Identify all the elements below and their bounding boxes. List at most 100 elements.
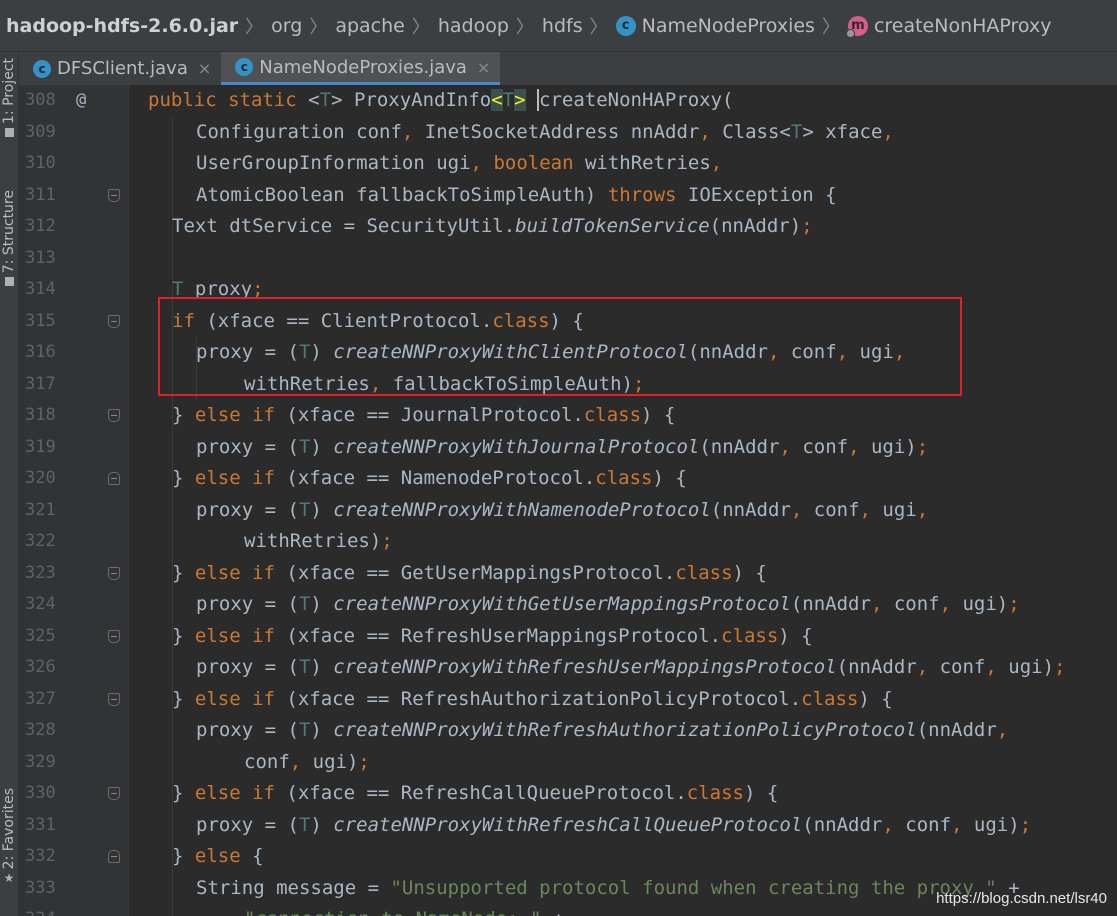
code-token: T bbox=[298, 719, 311, 741]
fold-toggle-icon[interactable] bbox=[108, 850, 120, 863]
line-number: 332 bbox=[25, 846, 56, 866]
code-token: } bbox=[172, 561, 195, 584]
code-line[interactable]: 309 Configuration conf, InetSocketAddress… bbox=[19, 117, 1117, 149]
code-token: String message = bbox=[196, 876, 391, 899]
code-editor[interactable]: 308 @ public static <T> ProxyAndInfo<T> cr… bbox=[19, 85, 1117, 916]
code-token: ) { bbox=[743, 782, 779, 804]
fold-toggle-icon[interactable] bbox=[108, 566, 120, 580]
code-token: , bbox=[859, 498, 883, 521]
breadcrumb-method[interactable]: m createNonHAProxy bbox=[845, 15, 1051, 38]
code-token: proxy = ( bbox=[196, 593, 299, 615]
code-line[interactable]: 313 bbox=[19, 243, 1117, 275]
highlight-annotation-box bbox=[158, 297, 962, 396]
code-line[interactable]: 327} else if (xface == RefreshAuthorizat… bbox=[19, 684, 1117, 716]
override-marker-icon[interactable]: @ bbox=[76, 85, 86, 117]
code-token: proxy = ( bbox=[196, 719, 299, 741]
code-line[interactable]: 331 proxy = (T) createNNProxyWithRefreshC… bbox=[19, 810, 1117, 842]
code-token: Class< bbox=[722, 120, 791, 143]
code-line[interactable]: 319 proxy = (T) createNNProxyWithJournalP… bbox=[19, 432, 1117, 464]
code-token: ugi) bbox=[312, 750, 359, 773]
code-token: buildTokenService bbox=[515, 215, 710, 237]
code-token: , bbox=[699, 120, 723, 143]
code-token: createNNProxyWithGetUserMappingsProtocol bbox=[333, 593, 791, 615]
code-token: + bbox=[553, 908, 564, 916]
code-line[interactable]: 322 withRetries); bbox=[19, 526, 1117, 558]
code-line[interactable]: 321 proxy = (T) createNNProxyWithNamenode… bbox=[19, 495, 1117, 527]
code-token: proxy = ( bbox=[196, 498, 299, 521]
tab-namenodeproxies[interactable]: c NameNodeProxies.java × bbox=[221, 52, 501, 85]
line-number: 315 bbox=[25, 310, 56, 331]
breadcrumb-package-apache[interactable]: apache bbox=[335, 15, 405, 37]
code-token: ) bbox=[310, 435, 334, 458]
fold-toggle-icon[interactable] bbox=[108, 629, 120, 643]
code-token: , bbox=[401, 120, 425, 143]
code-line[interactable]: 308 @ public static <T> ProxyAndInfo<T> cr… bbox=[19, 85, 1117, 117]
line-number: 333 bbox=[25, 877, 56, 898]
code-line[interactable]: 332} else { bbox=[19, 841, 1117, 873]
code-line[interactable]: 323} else if (xface == GetUserMappingsPr… bbox=[19, 558, 1117, 590]
code-line[interactable]: 310 UserGroupInformation ugi, boolean wit… bbox=[19, 148, 1117, 180]
code-token: withRetries bbox=[584, 152, 711, 174]
code-token: > ProxyAndInfo bbox=[331, 89, 492, 111]
code-line[interactable]: 320} else if (xface == NamenodeProtocol.… bbox=[19, 463, 1117, 495]
code-token: ; bbox=[1054, 656, 1066, 678]
left-tool-window-strip: 1: Project 7: Structure 2: Favorites ★ bbox=[0, 52, 19, 916]
breadcrumb-class-label: NameNodeProxies bbox=[641, 14, 815, 37]
code-token: proxy = ( bbox=[196, 656, 299, 678]
code-token: else if bbox=[194, 782, 287, 804]
code-token: class bbox=[675, 561, 733, 584]
structure-tool-button[interactable]: 7: Structure bbox=[0, 190, 18, 287]
code-token: , bbox=[985, 656, 1009, 678]
breadcrumb-package-hadoop[interactable]: hadoop bbox=[438, 15, 509, 37]
code-line[interactable]: 324 proxy = (T) createNNProxyWithGetUserM… bbox=[19, 589, 1117, 621]
fold-toggle-icon[interactable] bbox=[108, 472, 120, 485]
breadcrumb-package-org[interactable]: org bbox=[271, 15, 302, 37]
fold-toggle-icon[interactable] bbox=[108, 314, 120, 328]
chevron-right-icon: 〉 bbox=[589, 16, 608, 38]
structure-tool-label: 7: Structure bbox=[1, 190, 17, 274]
code-text: } else if (xface == JournalProtocol.clas… bbox=[172, 400, 675, 432]
fold-toggle-icon[interactable] bbox=[108, 188, 120, 202]
fold-toggle-icon[interactable] bbox=[108, 409, 120, 422]
code-token: ugi) bbox=[973, 813, 1020, 836]
code-token: , bbox=[882, 120, 894, 143]
code-line[interactable]: 311 AtomicBoolean fallbackToSimpleAuth) t… bbox=[19, 180, 1117, 212]
close-icon[interactable]: × bbox=[477, 58, 490, 77]
code-token: ; bbox=[381, 530, 393, 552]
code-line[interactable]: 330 } else if (xface == RefreshCallQueueP… bbox=[19, 778, 1117, 810]
line-number: 330 bbox=[25, 783, 56, 803]
chevron-right-icon: 〉 bbox=[821, 16, 840, 38]
fold-toggle-icon[interactable] bbox=[108, 692, 120, 706]
code-token: proxy = ( bbox=[196, 813, 299, 836]
code-line[interactable]: 326 proxy = (T) createNNProxyWithRefreshU… bbox=[19, 652, 1117, 684]
line-number: 324 bbox=[25, 594, 56, 614]
project-tool-label: 1: Project bbox=[1, 58, 17, 124]
code-token: AtomicBoolean fallbackToSimpleAuth) bbox=[196, 183, 608, 206]
code-text: } else if (xface == RefreshCallQueueProt… bbox=[172, 778, 778, 810]
code-token: class bbox=[721, 624, 779, 647]
line-number: 317 bbox=[25, 373, 56, 394]
code-line[interactable]: 329 conf, ugi); bbox=[19, 747, 1117, 779]
close-icon[interactable]: × bbox=[198, 59, 211, 78]
fold-toggle-icon[interactable] bbox=[108, 787, 120, 800]
code-token: T bbox=[298, 813, 311, 836]
code-token: (xface == RefreshCallQueueProtocol. bbox=[286, 782, 687, 804]
navigation-bar: hadoop-hdfs-2.6.0.jar 〉 org 〉 apache 〉 h… bbox=[0, 0, 1117, 52]
breadcrumb-jar[interactable]: hadoop-hdfs-2.6.0.jar bbox=[0, 15, 238, 37]
star-icon: ★ bbox=[3, 871, 15, 886]
breadcrumb-class[interactable]: c NameNodeProxies bbox=[615, 14, 815, 37]
code-line[interactable]: 312 Text dtService = SecurityUtil.buildTo… bbox=[19, 211, 1117, 243]
code-line[interactable]: 318} else if (xface == JournalProtocol.c… bbox=[19, 400, 1117, 432]
favorites-tool-button[interactable]: 2: Favorites ★ bbox=[0, 788, 18, 885]
code-token: proxy = ( bbox=[196, 435, 299, 458]
chevron-right-icon: 〉 bbox=[411, 16, 430, 38]
project-tool-button[interactable]: 1: Project bbox=[0, 58, 18, 137]
code-token: ; bbox=[358, 750, 370, 773]
code-token: (nnAddr) bbox=[709, 215, 802, 237]
tab-dfsclient[interactable]: c DFSClient.java × bbox=[19, 52, 221, 85]
watermark: https://blog.csdn.net/lsr40 bbox=[936, 890, 1107, 907]
code-line[interactable]: 328 proxy = (T) createNNProxyWithRefreshA… bbox=[19, 715, 1117, 747]
breadcrumb-package-hdfs[interactable]: hdfs bbox=[542, 15, 583, 37]
code-line[interactable]: 325} else if (xface == RefreshUserMappin… bbox=[19, 621, 1117, 653]
code-token: , bbox=[882, 813, 906, 836]
